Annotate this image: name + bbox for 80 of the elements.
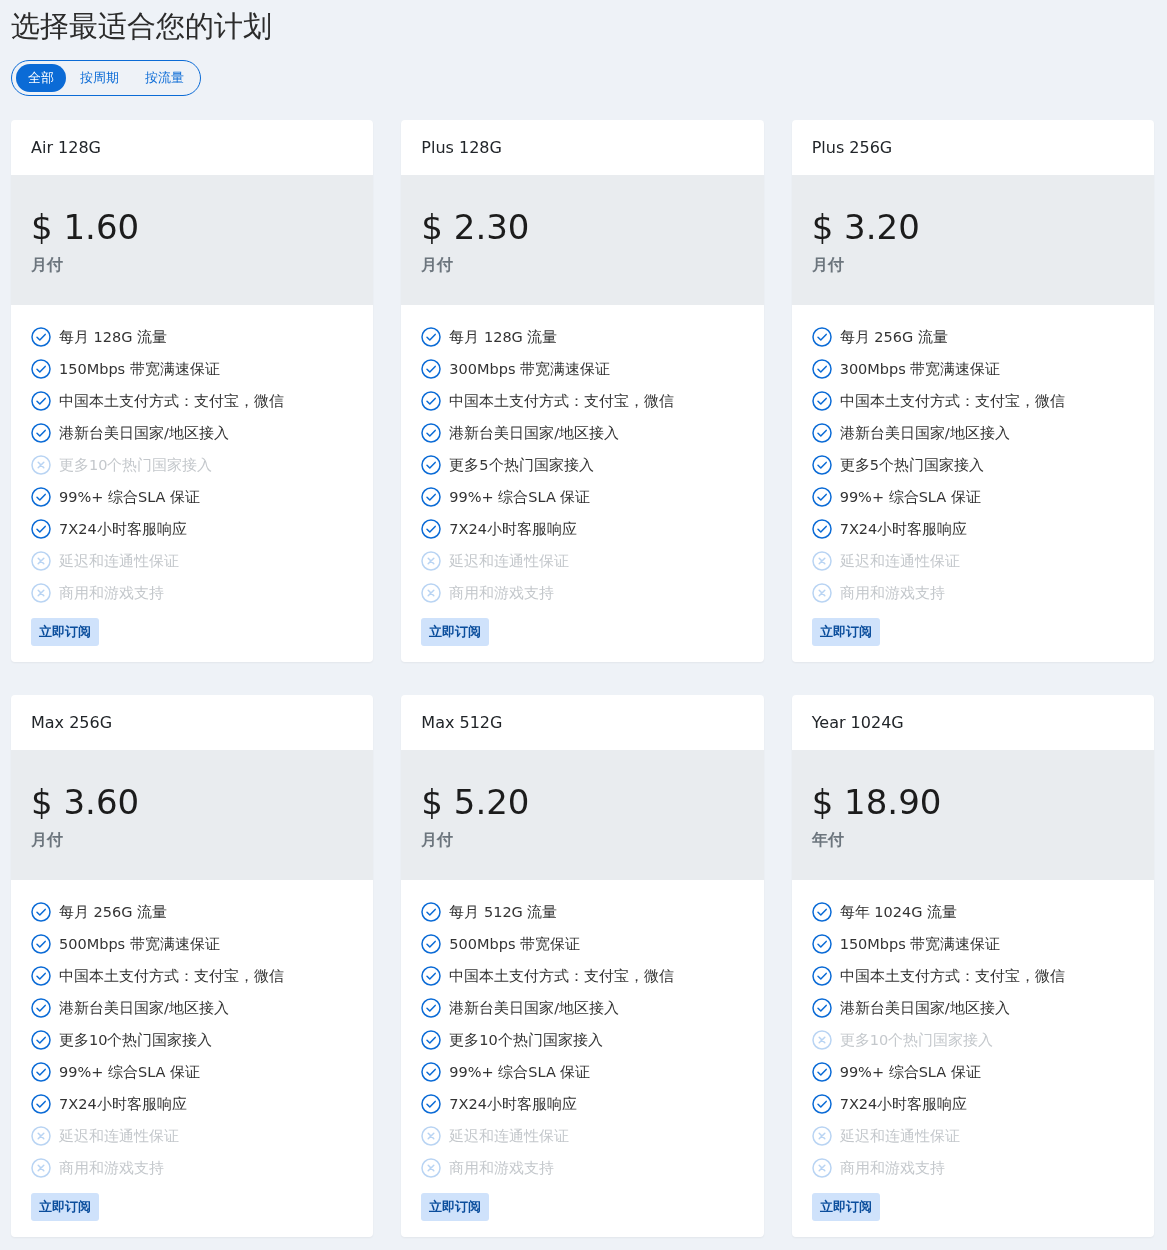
subscribe-button[interactable]: 立即订阅: [811, 1193, 880, 1221]
feature-text: 更多5个热门国家接入: [449, 455, 594, 475]
billing-period: 月付: [421, 255, 455, 276]
feature-text: 更多10个热门国家接入: [449, 1030, 603, 1050]
billing-period: 月付: [31, 255, 64, 276]
feature-text: 港新台美日国家/地区接入: [449, 998, 620, 1018]
filter-tab[interactable]: 按流量: [133, 64, 196, 92]
feature-text: 中国本土支付方式：支付宝，微信: [449, 391, 675, 411]
feature-text: 延迟和连通性保证: [449, 551, 570, 571]
price: $ 1.60: [31, 206, 141, 249]
billing-period: 月付: [421, 830, 455, 851]
feature-text: 99%+ 综合SLA 保证: [839, 1062, 981, 1082]
feature-text: 7X24小时客服响应: [59, 1094, 187, 1114]
feature-text: 港新台美日国家/地区接入: [839, 423, 1010, 443]
subscribe-button[interactable]: 立即订阅: [421, 618, 490, 646]
feature-text: 商用和游戏支持: [449, 1158, 555, 1178]
price: $ 5.20: [421, 781, 531, 824]
billing-period: 月付: [811, 255, 845, 276]
filter-tab[interactable]: 全部: [16, 64, 66, 92]
price: $ 2.30: [421, 206, 531, 249]
feature-text: 99%+ 综合SLA 保证: [59, 487, 201, 507]
feature-text: 7X24小时客服响应: [449, 519, 577, 539]
feature-text: 99%+ 综合SLA 保证: [59, 1062, 201, 1082]
plan-name: Max 256G: [30, 712, 114, 734]
filter-tab[interactable]: 按周期: [68, 64, 131, 92]
feature-text: 商用和游戏支持: [839, 1158, 945, 1178]
feature-text: 300Mbps 带宽满速保证: [449, 359, 611, 379]
plan-name: Plus 256G: [810, 137, 894, 159]
feature-text: 商用和游戏支持: [449, 583, 555, 603]
feature-text: 港新台美日国家/地区接入: [59, 423, 229, 443]
feature-text: 99%+ 综合SLA 保证: [839, 487, 981, 507]
subscribe-button[interactable]: 立即订阅: [31, 618, 99, 646]
plan-name: Year 1024G: [810, 712, 905, 734]
feature-text: 500Mbps 带宽满速保证: [59, 934, 220, 954]
feature-text: 更多10个热门国家接入: [59, 1030, 213, 1050]
plan-name: Max 512G: [420, 712, 504, 734]
feature-text: 更多5个热门国家接入: [839, 455, 984, 475]
billing-period: 年付: [811, 830, 845, 851]
feature-text: 99%+ 综合SLA 保证: [449, 487, 591, 507]
page-title: 选择最适合您的计划: [11, 8, 273, 45]
feature-text: 300Mbps 带宽满速保证: [839, 359, 1001, 379]
feature-text: 每月 128G 流量: [59, 327, 168, 347]
feature-text: 99%+ 综合SLA 保证: [449, 1062, 591, 1082]
feature-text: 每月 256G 流量: [839, 327, 948, 347]
subscribe-button[interactable]: 立即订阅: [421, 1193, 490, 1221]
subscribe-button[interactable]: 立即订阅: [811, 618, 880, 646]
feature-text: 每年 1024G 流量: [839, 902, 957, 922]
feature-text: 每月 256G 流量: [59, 902, 168, 922]
feature-text: 中国本土支付方式：支付宝，微信: [839, 391, 1065, 411]
feature-text: 商用和游戏支持: [59, 1158, 164, 1178]
plan-name: Plus 128G: [420, 137, 503, 159]
plan-name: Air 128G: [30, 137, 102, 159]
feature-text: 中国本土支付方式：支付宝，微信: [59, 391, 284, 411]
feature-text: 150Mbps 带宽满速保证: [59, 359, 220, 379]
feature-text: 500Mbps 带宽保证: [449, 934, 581, 954]
feature-text: 7X24小时客服响应: [839, 519, 968, 539]
feature-text: 中国本土支付方式：支付宝，微信: [59, 966, 284, 986]
feature-text: 延迟和连通性保证: [59, 551, 179, 571]
price: $ 18.90: [811, 781, 943, 824]
feature-text: 延迟和连通性保证: [839, 1126, 960, 1146]
feature-text: 港新台美日国家/地区接入: [59, 998, 229, 1018]
feature-text: 延迟和连通性保证: [839, 551, 960, 571]
feature-text: 中国本土支付方式：支付宝，微信: [839, 966, 1065, 986]
feature-text: 每月 128G 流量: [449, 327, 558, 347]
feature-text: 150Mbps 带宽满速保证: [839, 934, 1001, 954]
feature-text: 中国本土支付方式：支付宝，微信: [449, 966, 675, 986]
billing-period: 月付: [31, 830, 64, 851]
feature-text: 延迟和连通性保证: [449, 1126, 570, 1146]
feature-text: 7X24小时客服响应: [839, 1094, 968, 1114]
subscribe-button[interactable]: 立即订阅: [31, 1193, 99, 1221]
feature-text: 商用和游戏支持: [839, 583, 945, 603]
feature-text: 7X24小时客服响应: [59, 519, 187, 539]
feature-text: 商用和游戏支持: [59, 583, 164, 603]
feature-text: 7X24小时客服响应: [449, 1094, 577, 1114]
feature-text: 每月 512G 流量: [449, 902, 558, 922]
price: $ 3.20: [811, 206, 921, 249]
feature-text: 港新台美日国家/地区接入: [449, 423, 620, 443]
price: $ 3.60: [31, 781, 141, 824]
feature-text: 延迟和连通性保证: [59, 1126, 179, 1146]
feature-text: 港新台美日国家/地区接入: [839, 998, 1010, 1018]
